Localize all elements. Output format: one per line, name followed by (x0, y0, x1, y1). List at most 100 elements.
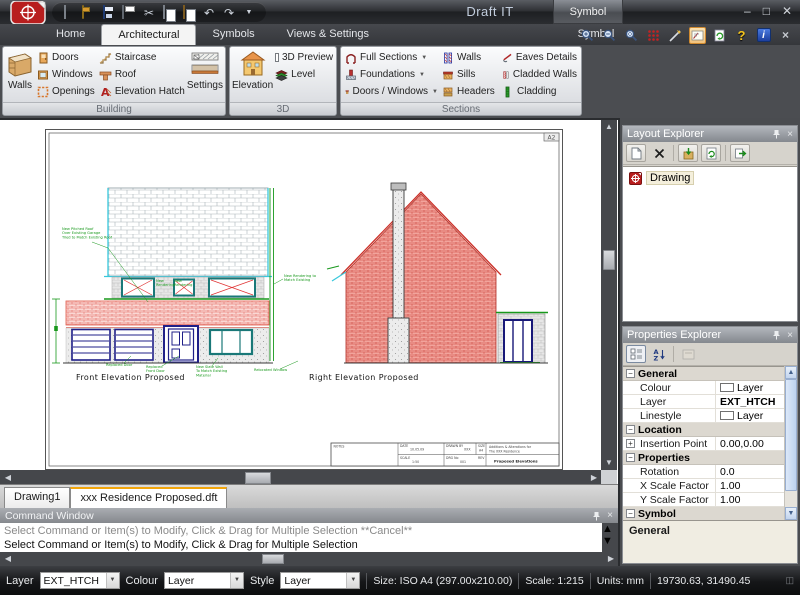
new-layout-icon[interactable] (626, 144, 646, 162)
scroll-left-icon[interactable]: ◀ (0, 552, 16, 566)
level-button[interactable]: Level (273, 66, 335, 83)
sections-doors-windows-button[interactable]: Doors / Windows▼ (343, 83, 440, 100)
roof-button[interactable]: Roof (97, 66, 187, 83)
scroll-up-icon[interactable]: ▲ (601, 120, 617, 134)
settings-button[interactable]: Settings (187, 48, 223, 101)
refresh-icon[interactable] (711, 27, 728, 44)
colour-dropdown-icon[interactable]: ▼ (230, 573, 243, 588)
vertical-scroll-thumb[interactable] (603, 250, 615, 270)
redo-icon[interactable]: ↷ (222, 6, 236, 20)
zoom-in-icon[interactable] (579, 27, 596, 44)
property-row[interactable]: LayerEXT_HTCH (623, 395, 797, 409)
drawing-paper[interactable]: A2 (45, 129, 563, 470)
open-folder-icon[interactable] (82, 6, 96, 20)
layer-select[interactable]: EXT_HTCH▼ (40, 572, 120, 589)
property-row[interactable]: +Insertion Point0.00,0.00 (623, 437, 797, 451)
property-row[interactable]: LinestyleLayer (623, 409, 797, 423)
properties-scroll-thumb[interactable] (785, 379, 797, 491)
refresh-layout-icon[interactable] (701, 144, 721, 162)
close-ribbon-icon[interactable]: × (777, 27, 794, 44)
expand-toggle-icon[interactable]: − (626, 453, 635, 462)
pin-icon[interactable] (592, 511, 601, 521)
properties-explorer-close-icon[interactable]: × (787, 330, 793, 341)
command-history[interactable]: Select Command or Item(s) to Modify, Cli… (0, 523, 602, 552)
staircase-button[interactable]: Staircase (97, 49, 187, 66)
style-dropdown-icon[interactable]: ▼ (346, 573, 359, 588)
horizontal-scroll-thumb[interactable] (245, 472, 271, 484)
app-logo-icon[interactable] (8, 1, 48, 24)
full-sections-dropdown-icon[interactable]: ▼ (421, 55, 427, 61)
headers-button[interactable]: Headers (440, 83, 500, 100)
property-row[interactable]: Y Scale Factor1.00 (623, 493, 797, 507)
foundations-dropdown-icon[interactable]: ▼ (419, 72, 425, 78)
import-layout-icon[interactable] (678, 144, 698, 162)
property-row[interactable]: Rotation0.0 (623, 465, 797, 479)
property-category-row[interactable]: −General (623, 367, 797, 381)
command-scroll-thumb[interactable] (262, 554, 284, 564)
openings-button[interactable]: Openings (35, 83, 97, 100)
pin-icon[interactable] (772, 129, 781, 139)
layout-explorer-close-icon[interactable]: × (787, 129, 793, 140)
sections-doors-windows-dropdown-icon[interactable]: ▼ (432, 89, 438, 95)
minimize-button[interactable]: – (744, 4, 751, 18)
command-horizontal-scrollbar[interactable]: ◀ ▶ (0, 552, 618, 566)
scroll-down-icon[interactable]: ▼ (785, 507, 797, 520)
layout-tree-item-drawing[interactable]: Drawing (629, 171, 797, 185)
properties-scrollbar[interactable]: ▲ ▼ (784, 366, 797, 520)
zoom-extents-icon[interactable] (623, 27, 640, 44)
context-tab-symbol[interactable]: Symbol (553, 0, 623, 24)
close-button[interactable]: ✕ (782, 4, 792, 18)
properties-explorer-titlebar[interactable]: Properties Explorer × (623, 327, 797, 343)
zoom-out-icon[interactable] (601, 27, 618, 44)
property-category-row[interactable]: −Properties (623, 451, 797, 465)
command-window-titlebar[interactable]: Command Window × (0, 508, 618, 523)
property-row[interactable]: ColourLayer (623, 381, 797, 395)
cladding-button[interactable]: Cladding (500, 83, 579, 100)
scroll-right-icon[interactable]: ▶ (604, 552, 618, 566)
property-category-row[interactable]: −Symbol (623, 507, 797, 520)
scroll-up-icon[interactable]: ▲ (785, 366, 797, 379)
canvas-vertical-scrollbar[interactable]: ▲ ▼ (601, 120, 617, 470)
windows-button[interactable]: Windows (35, 66, 97, 83)
scroll-down-icon[interactable]: ▼ (602, 535, 613, 547)
doors-button[interactable]: Doors (35, 49, 97, 66)
insert-layout-icon[interactable] (730, 144, 750, 162)
expand-toggle-icon[interactable]: − (626, 425, 635, 434)
print-icon[interactable] (122, 6, 136, 20)
sills-button[interactable]: Sills (440, 66, 500, 83)
paste-icon[interactable] (182, 6, 196, 20)
layer-dropdown-icon[interactable]: ▼ (106, 573, 119, 588)
colour-select[interactable]: Layer▼ (164, 572, 244, 589)
scroll-up-icon[interactable]: ▲ (602, 523, 613, 535)
new-document-icon[interactable] (62, 6, 76, 20)
3d-preview-checkbox-box[interactable] (275, 53, 279, 62)
qat-dropdown-icon[interactable]: ▼ (242, 6, 256, 20)
foundations-button[interactable]: Foundations▼ (343, 66, 440, 83)
expand-toggle-icon[interactable]: − (626, 369, 635, 378)
eaves-details-button[interactable]: Eaves Details (500, 49, 579, 66)
3d-preview-checkbox[interactable]: 3D Preview (273, 49, 335, 66)
property-category-row[interactable]: −Location (623, 423, 797, 437)
command-vertical-scrollbar[interactable]: ▲ ▼ (602, 523, 618, 552)
active-tool-icon[interactable] (689, 27, 706, 44)
doc-tab-drawing1[interactable]: Drawing1 (4, 487, 70, 508)
drawing-canvas[interactable]: A2 (0, 118, 618, 484)
tab-views-settings[interactable]: Views & Settings (271, 24, 385, 45)
expand-toggle-icon[interactable]: − (626, 509, 635, 518)
maximize-button[interactable]: □ (763, 4, 770, 18)
cladded-walls-button[interactable]: Cladded Walls (500, 66, 579, 83)
snap-icon[interactable] (667, 27, 684, 44)
tab-home[interactable]: Home (40, 24, 101, 45)
tab-symbols[interactable]: Symbols (196, 24, 270, 45)
scroll-down-icon[interactable]: ▼ (601, 456, 617, 470)
expand-toggle-icon[interactable]: + (626, 439, 635, 448)
info-icon[interactable]: i (755, 27, 772, 44)
grid-icon[interactable] (645, 27, 662, 44)
resize-grip[interactable]: ◫ (785, 575, 794, 586)
pin-icon[interactable] (772, 330, 781, 340)
walls-button[interactable]: Walls (5, 48, 35, 101)
copy-icon[interactable] (162, 6, 176, 20)
full-sections-button[interactable]: Full Sections▼ (343, 49, 440, 66)
tab-architectural[interactable]: Architectural (101, 24, 196, 45)
layout-explorer-titlebar[interactable]: Layout Explorer × (623, 126, 797, 142)
